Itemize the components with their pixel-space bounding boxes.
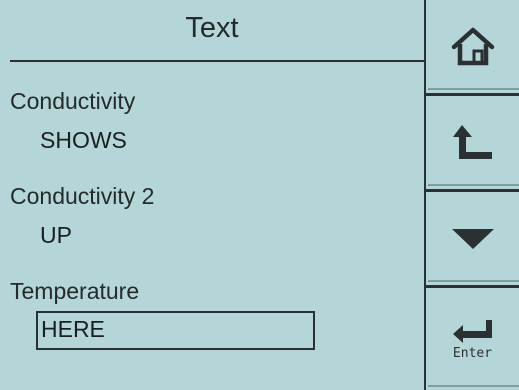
content-panel: Text Conductivity SHOWS Conductivity 2 U…	[0, 0, 424, 390]
enter-arrow-icon	[452, 319, 492, 343]
home-button[interactable]	[426, 0, 519, 96]
down-button[interactable]	[426, 192, 519, 288]
temperature-value-text: HERE	[41, 316, 105, 342]
enter-label: Enter	[452, 345, 493, 361]
param-value-conductivity-2[interactable]: UP	[40, 220, 72, 250]
softkey-column: Enter	[424, 0, 519, 390]
title-divider	[10, 60, 424, 62]
temperature-value-field[interactable]: HERE	[36, 311, 315, 350]
display-screen: Text Conductivity SHOWS Conductivity 2 U…	[0, 0, 519, 390]
home-icon	[451, 27, 494, 65]
screen-title: Text	[185, 12, 239, 44]
param-value-conductivity[interactable]: SHOWS	[40, 125, 127, 155]
down-triangle-icon	[451, 228, 494, 249]
enter-button[interactable]: Enter	[426, 288, 519, 390]
param-label-temperature: Temperature	[10, 278, 140, 304]
param-label-conductivity: Conductivity	[10, 88, 136, 114]
param-label-conductivity-2: Conductivity 2	[10, 183, 155, 209]
back-button[interactable]	[426, 96, 519, 192]
return-arrow-icon	[452, 124, 492, 159]
